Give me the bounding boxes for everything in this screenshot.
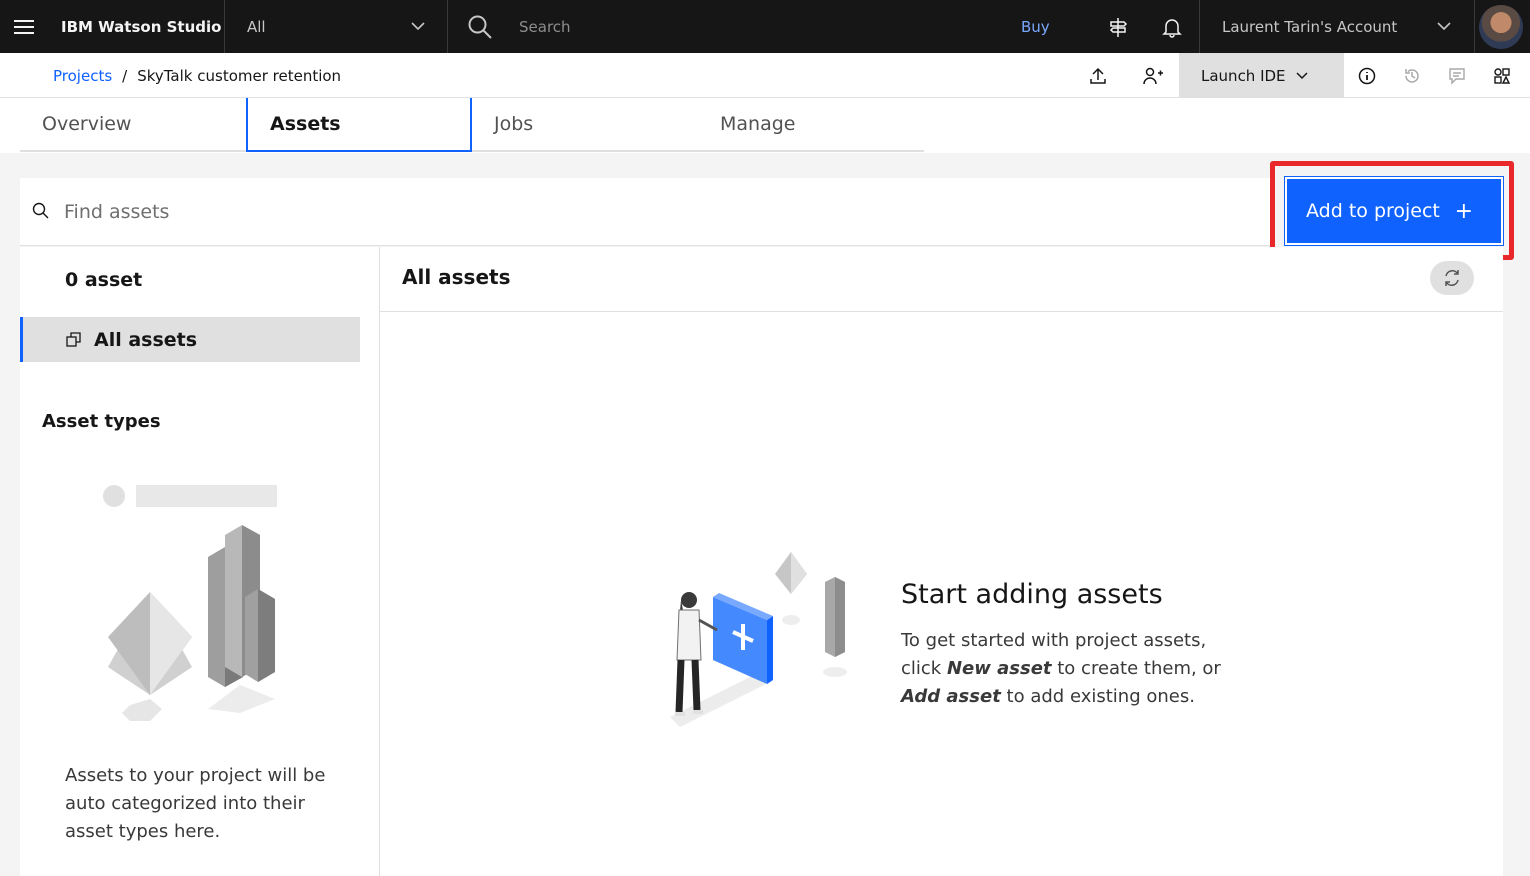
sidebar-item-label: All assets [94, 328, 198, 351]
panel-title: All assets [402, 265, 511, 289]
global-search-placeholder: Search [519, 17, 571, 36]
launch-ide-label: Launch IDE [1201, 66, 1286, 85]
add-asset-emphasis: Add asset [901, 686, 1001, 707]
tab-jobs[interactable]: Jobs [472, 98, 698, 152]
brand-name[interactable]: IBM Watson Studio [61, 0, 221, 53]
empty-state-description: To get started with project assets, clic… [901, 627, 1231, 711]
asset-types-description: Assets to your project will be auto cate… [65, 765, 326, 842]
refresh-icon [1445, 270, 1459, 286]
breadcrumb: Projects / SkyTalk customer retention [53, 53, 341, 98]
scope-dropdown[interactable]: All [224, 0, 448, 53]
breadcrumb-bar: Projects / SkyTalk customer retention La… [0, 53, 1530, 98]
scope-value: All [247, 17, 266, 36]
asset-types-heading: Asset types [42, 411, 161, 432]
tab-assets[interactable]: Assets [246, 98, 472, 152]
refresh-button[interactable] [1430, 261, 1474, 295]
buy-link[interactable]: Buy [1021, 0, 1050, 53]
empty-state-illustration [670, 552, 847, 727]
tab-manage[interactable]: Manage [698, 98, 924, 152]
all-assets-panel: All assets Start adding assets To get st… [380, 247, 1503, 876]
hamburger-menu-icon[interactable] [0, 0, 48, 53]
asset-sidebar: 0 asset All assets Asset types Assets to… [20, 247, 380, 876]
add-collaborator-icon[interactable] [1133, 53, 1173, 98]
chevron-down-icon [1437, 22, 1451, 31]
add-to-project-label: Add to project [1306, 200, 1440, 222]
chevron-down-icon [411, 22, 425, 31]
tab-overview[interactable]: Overview [20, 98, 246, 152]
search-icon [32, 202, 49, 219]
breadcrumb-projects-link[interactable]: Projects [53, 67, 112, 85]
empty-mid-text: to create them, or [1057, 658, 1221, 679]
comments-icon[interactable] [1437, 53, 1477, 98]
asset-types-illustration [103, 485, 277, 721]
apps-icon[interactable] [1482, 53, 1522, 98]
sidebar-item-all-assets[interactable]: All assets [20, 317, 360, 362]
find-assets-input[interactable] [64, 178, 1214, 246]
empty-line-1: To get started with project assets, [901, 630, 1207, 651]
asset-count: 0 asset [65, 269, 143, 291]
global-search-input[interactable]: Search [449, 0, 979, 53]
add-to-project-button[interactable]: Add to project + [1284, 176, 1504, 246]
breadcrumb-current-project: SkyTalk customer retention [137, 66, 342, 85]
upload-icon[interactable] [1078, 53, 1118, 98]
chevron-down-icon [1296, 71, 1308, 79]
find-assets-bar [20, 178, 1275, 246]
empty-state-title: Start adding assets [901, 579, 1163, 610]
copy-icon [66, 331, 81, 347]
search-icon [468, 15, 492, 39]
signpost-icon[interactable] [1100, 0, 1136, 53]
plus-icon: + [1454, 198, 1473, 224]
info-icon[interactable] [1347, 53, 1387, 98]
notification-bell-icon[interactable] [1154, 0, 1190, 53]
panel-header: All assets [380, 247, 1503, 312]
top-header: IBM Watson Studio All Search Buy Laurent… [0, 0, 1530, 53]
history-icon[interactable] [1392, 53, 1432, 98]
account-switcher[interactable]: Laurent Tarin's Account [1199, 0, 1473, 53]
empty-click-text: click [901, 658, 942, 679]
user-avatar[interactable] [1474, 0, 1526, 53]
new-asset-emphasis: New asset [946, 658, 1052, 679]
empty-end-text: to add existing ones. [1006, 686, 1195, 707]
account-name: Laurent Tarin's Account [1222, 17, 1398, 36]
avatar-image [1478, 4, 1523, 49]
breadcrumb-separator: / [122, 66, 128, 85]
project-tabs: Overview Assets Jobs Manage [0, 98, 1530, 153]
launch-ide-dropdown[interactable]: Launch IDE [1179, 53, 1344, 98]
